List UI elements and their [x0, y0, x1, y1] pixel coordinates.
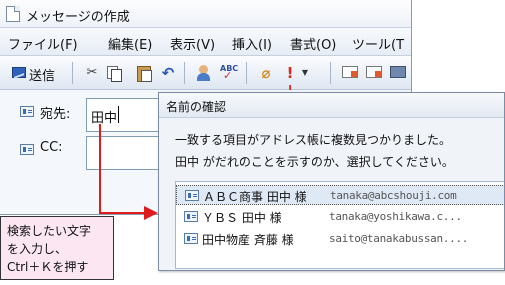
callout-line: 検索したい文字 — [7, 224, 92, 238]
callout-line: Ctrl＋Ｋを押す — [7, 260, 89, 274]
arrow-head — [144, 206, 158, 220]
callout-line: を入力し、 — [7, 242, 68, 256]
arrow-line — [99, 124, 144, 214]
instruction-callout: 検索したい文字 を入力し、 Ctrl＋Ｋを押す — [0, 216, 114, 280]
